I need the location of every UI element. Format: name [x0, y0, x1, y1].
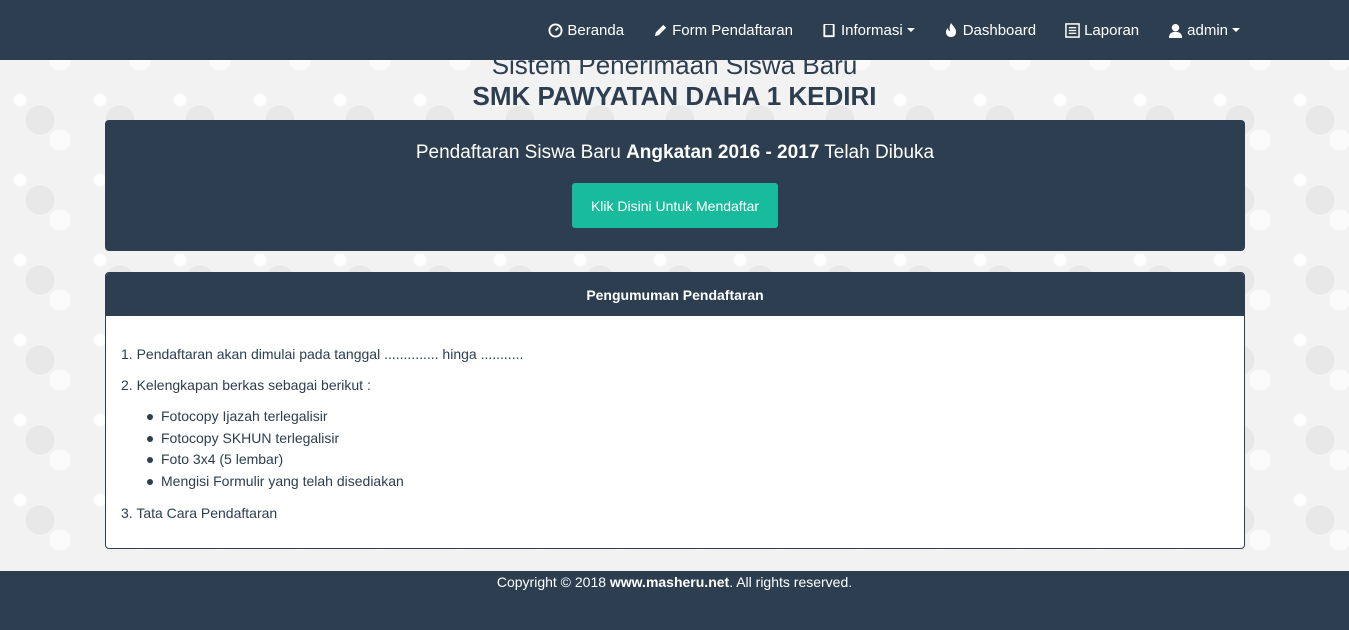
panel-heading: Pengumuman Pendaftaran — [106, 273, 1244, 316]
register-button[interactable]: Klik Disini Untuk Mendaftar — [572, 183, 778, 228]
registration-banner: Pendaftaran Siswa Baru Angkatan 2016 - 2… — [105, 120, 1245, 251]
nav-item-label: admin — [1187, 21, 1228, 39]
footer: Copyright © 2018 www.masheru.net. All ri… — [0, 571, 1349, 630]
chevron-down-icon — [906, 28, 915, 32]
panel-body: 1. Pendaftaran akan dimulai pada tanggal… — [106, 316, 1244, 523]
nav-item-label: Form Pendaftaran — [672, 21, 793, 39]
banner-text-period: Angkatan 2016 - 2017 — [626, 142, 820, 163]
announcement-item: 3. Tata Cara Pendaftaran — [121, 505, 278, 521]
school-name: SMK PAWYATAN DAHA 1 KEDIRI — [472, 81, 877, 111]
list-alt-icon — [1064, 22, 1080, 38]
nav-item-label: Dashboard — [962, 21, 1037, 39]
chevron-down-icon — [1232, 28, 1240, 32]
announcement-item: 1. Pendaftaran akan dimulai pada tanggal… — [121, 346, 524, 362]
announcement-item: 2. Kelengkapan berkas sebagai berikut : — [121, 377, 371, 393]
user-icon — [1167, 22, 1183, 38]
list-item: Mengisi Formulir yang telah disediakan — [147, 471, 1229, 493]
page-title: Sistem Penerimaan Siswa Baru — [491, 50, 858, 80]
pencil-icon — [652, 22, 668, 38]
copyright-prefix: Copyright © 2018 — [496, 574, 610, 590]
banner-text: Pendaftaran Siswa Baru Angkatan 2016 - 2… — [105, 142, 1245, 164]
fire-icon — [943, 22, 959, 38]
banner-text-prefix: Pendaftaran Siswa Baru — [415, 142, 627, 163]
nav-item-label: Informasi — [841, 21, 903, 39]
list-item: Fotocopy Ijazah terlegalisir — [147, 406, 1229, 428]
banner-text-suffix: Telah Dibuka — [819, 142, 935, 163]
announcement-panel: Pengumuman Pendaftaran 1. Pendaftaran ak… — [105, 272, 1245, 549]
nav-item-label: Beranda — [567, 21, 625, 39]
requirements-list: Fotocopy Ijazah terlegalisir Fotocopy SK… — [147, 406, 1229, 492]
copyright-suffix: . All rights reserved. — [729, 574, 853, 590]
nav-item-label: Laporan — [1084, 21, 1140, 39]
list-item: Fotocopy SKHUN terlegalisir — [147, 428, 1229, 450]
book-icon — [821, 22, 837, 38]
dashboard-icon — [547, 22, 563, 38]
list-item: Foto 3x4 (5 lembar) — [147, 449, 1229, 471]
footer-site-link[interactable]: www.masheru.net — [610, 574, 729, 590]
